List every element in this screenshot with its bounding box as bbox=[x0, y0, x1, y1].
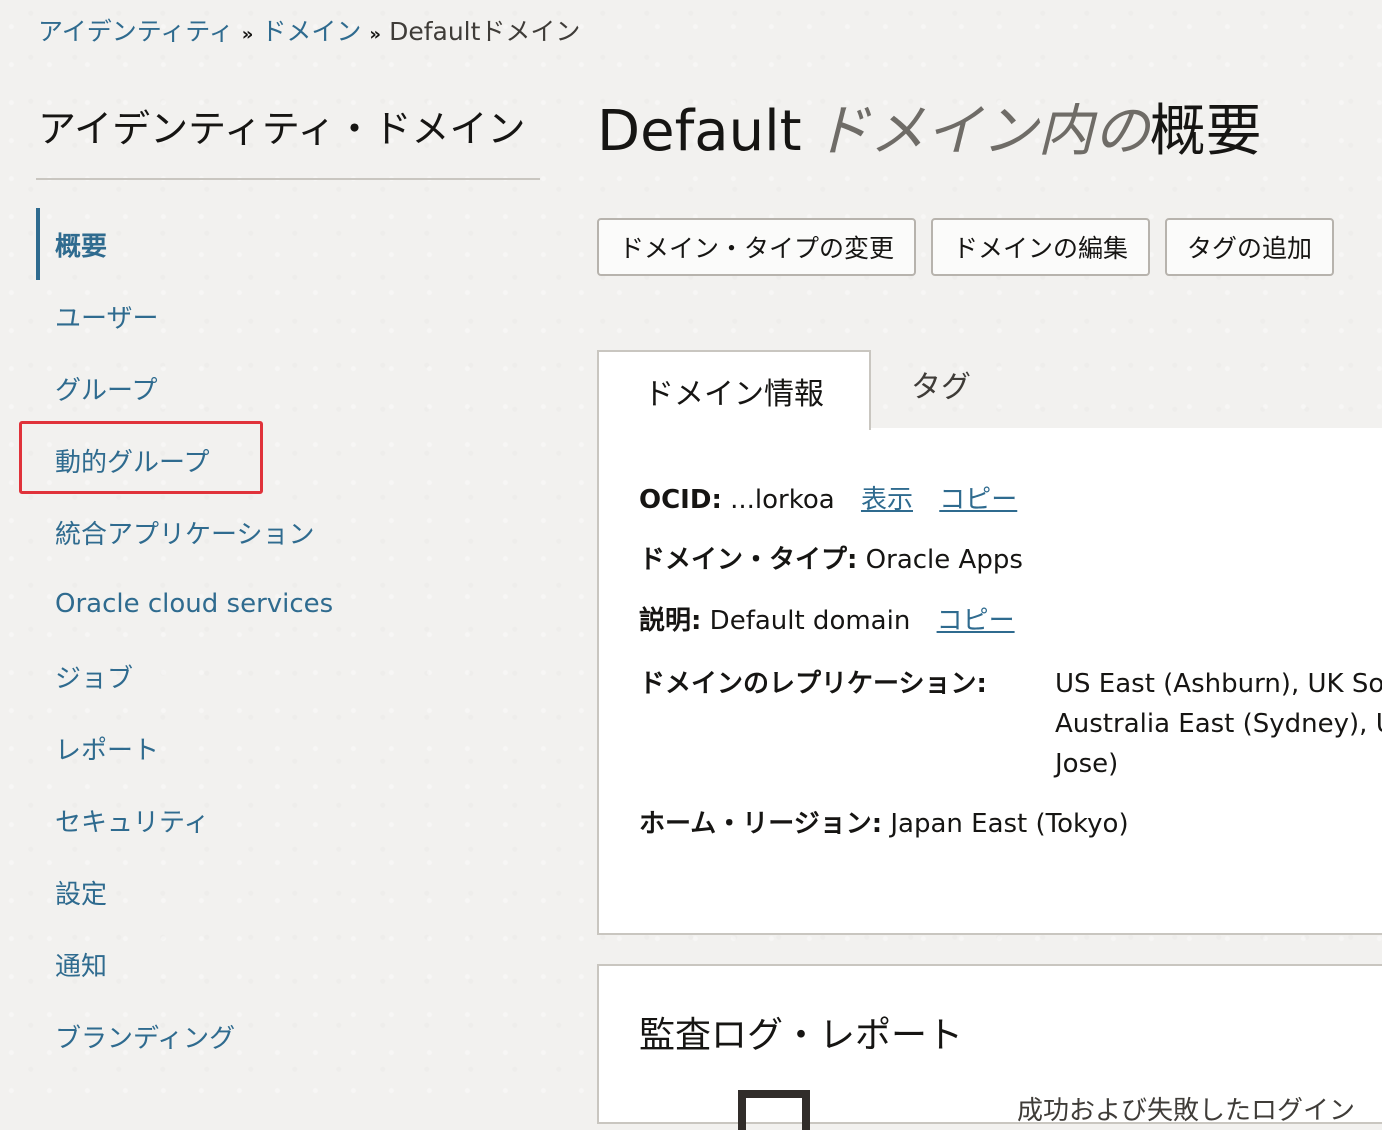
page-title-overview: 概要 bbox=[1149, 99, 1262, 164]
breadcrumb-current: Defaultドメイン bbox=[389, 17, 581, 46]
nav-title: アイデンティティ・ドメイン bbox=[38, 107, 526, 151]
sidebar-item-security[interactable]: セキュリティ bbox=[36, 784, 536, 856]
action-toolbar: ドメイン・タイプの変更 ドメインの編集 タグの追加 bbox=[597, 218, 1335, 276]
description-copy-link[interactable]: コピー bbox=[937, 606, 1015, 636]
audit-log-description: 成功および失敗したログイン bbox=[1017, 1096, 1356, 1126]
breadcrumb-separator: » bbox=[369, 24, 382, 45]
tab-bar: ドメイン情報 タグ bbox=[597, 350, 1382, 430]
sidebar-item-integrated-applications[interactable]: 統合アプリケーション bbox=[36, 496, 536, 568]
sidebar-item-jobs[interactable]: ジョブ bbox=[36, 640, 536, 712]
breadcrumb: アイデンティティ » ドメイン » Defaultドメイン bbox=[38, 14, 580, 53]
sidebar-item-branding[interactable]: ブランディング bbox=[36, 1000, 536, 1072]
breadcrumb-separator: » bbox=[241, 24, 254, 45]
audit-log-widget-icon bbox=[738, 1090, 810, 1130]
replication-label: ドメインのレプリケーション: bbox=[639, 669, 987, 699]
domain-type-row: ドメイン・タイプ: Oracle Apps bbox=[639, 540, 1023, 580]
page-title-subtitle: ドメイン内の bbox=[813, 99, 1150, 164]
replication-row: ドメインのレプリケーション: US East (Ashburn), UK Sou… bbox=[639, 664, 1382, 784]
replication-value-line: Jose) bbox=[1055, 749, 1119, 779]
sidebar-item-groups[interactable]: グループ bbox=[36, 352, 536, 424]
sidebar-item-notifications[interactable]: 通知 bbox=[36, 928, 536, 1000]
tab-tags[interactable]: タグ bbox=[871, 344, 1011, 424]
domain-type-value: Oracle Apps bbox=[865, 545, 1023, 575]
add-tags-button[interactable]: タグの追加 bbox=[1165, 218, 1335, 276]
description-label: 説明: bbox=[639, 606, 702, 636]
sidebar-item-overview[interactable]: 概要 bbox=[36, 208, 536, 280]
page-title-domain-name: Default bbox=[597, 99, 802, 164]
ocid-label: OCID: bbox=[639, 485, 722, 515]
ocid-row: OCID: ...lorkoa 表示 コピー bbox=[639, 480, 1017, 520]
domain-info-panel: OCID: ...lorkoa 表示 コピー ドメイン・タイプ: Oracle … bbox=[597, 428, 1382, 935]
replication-values: US East (Ashburn), UK South Australia Ea… bbox=[1055, 664, 1382, 784]
sidebar-item-reports[interactable]: レポート bbox=[36, 712, 536, 784]
sidebar-nav: 概要 ユーザー グループ 動的グループ 統合アプリケーション Oracle cl… bbox=[36, 208, 536, 1072]
breadcrumb-domains-link[interactable]: ドメイン bbox=[261, 17, 361, 46]
home-region-row: ホーム・リージョン: Japan East (Tokyo) bbox=[639, 804, 1129, 844]
ocid-show-link[interactable]: 表示 bbox=[861, 485, 913, 515]
tab-domain-info[interactable]: ドメイン情報 bbox=[597, 350, 871, 430]
page-title: Default ドメイン内の概要 bbox=[597, 86, 1262, 167]
description-value: Default domain bbox=[709, 606, 911, 636]
sidebar-item-oracle-cloud-services[interactable]: Oracle cloud services bbox=[36, 568, 536, 640]
domain-type-label: ドメイン・タイプ: bbox=[639, 545, 858, 575]
replication-value-line: US East (Ashburn), UK South bbox=[1055, 669, 1382, 699]
edit-domain-button[interactable]: ドメインの編集 bbox=[931, 218, 1151, 276]
change-domain-type-button[interactable]: ドメイン・タイプの変更 bbox=[597, 218, 917, 276]
sidebar-item-users[interactable]: ユーザー bbox=[36, 280, 536, 352]
home-region-value: Japan East (Tokyo) bbox=[890, 809, 1129, 839]
audit-log-title: 監査ログ・レポート bbox=[639, 1015, 964, 1056]
sidebar-item-settings[interactable]: 設定 bbox=[36, 856, 536, 928]
replication-value-line: Australia East (Sydney), US M bbox=[1055, 709, 1382, 739]
description-row: 説明: Default domain コピー bbox=[639, 601, 1015, 641]
audit-log-panel: 監査ログ・レポート 成功および失敗したログイン bbox=[597, 964, 1382, 1130]
ocid-value: ...lorkoa bbox=[730, 485, 835, 515]
breadcrumb-identity-link[interactable]: アイデンティティ bbox=[38, 17, 234, 46]
nav-divider bbox=[36, 178, 540, 180]
ocid-copy-link[interactable]: コピー bbox=[939, 485, 1017, 515]
home-region-label: ホーム・リージョン: bbox=[639, 809, 883, 839]
sidebar-item-dynamic-groups[interactable]: 動的グループ bbox=[36, 424, 536, 496]
